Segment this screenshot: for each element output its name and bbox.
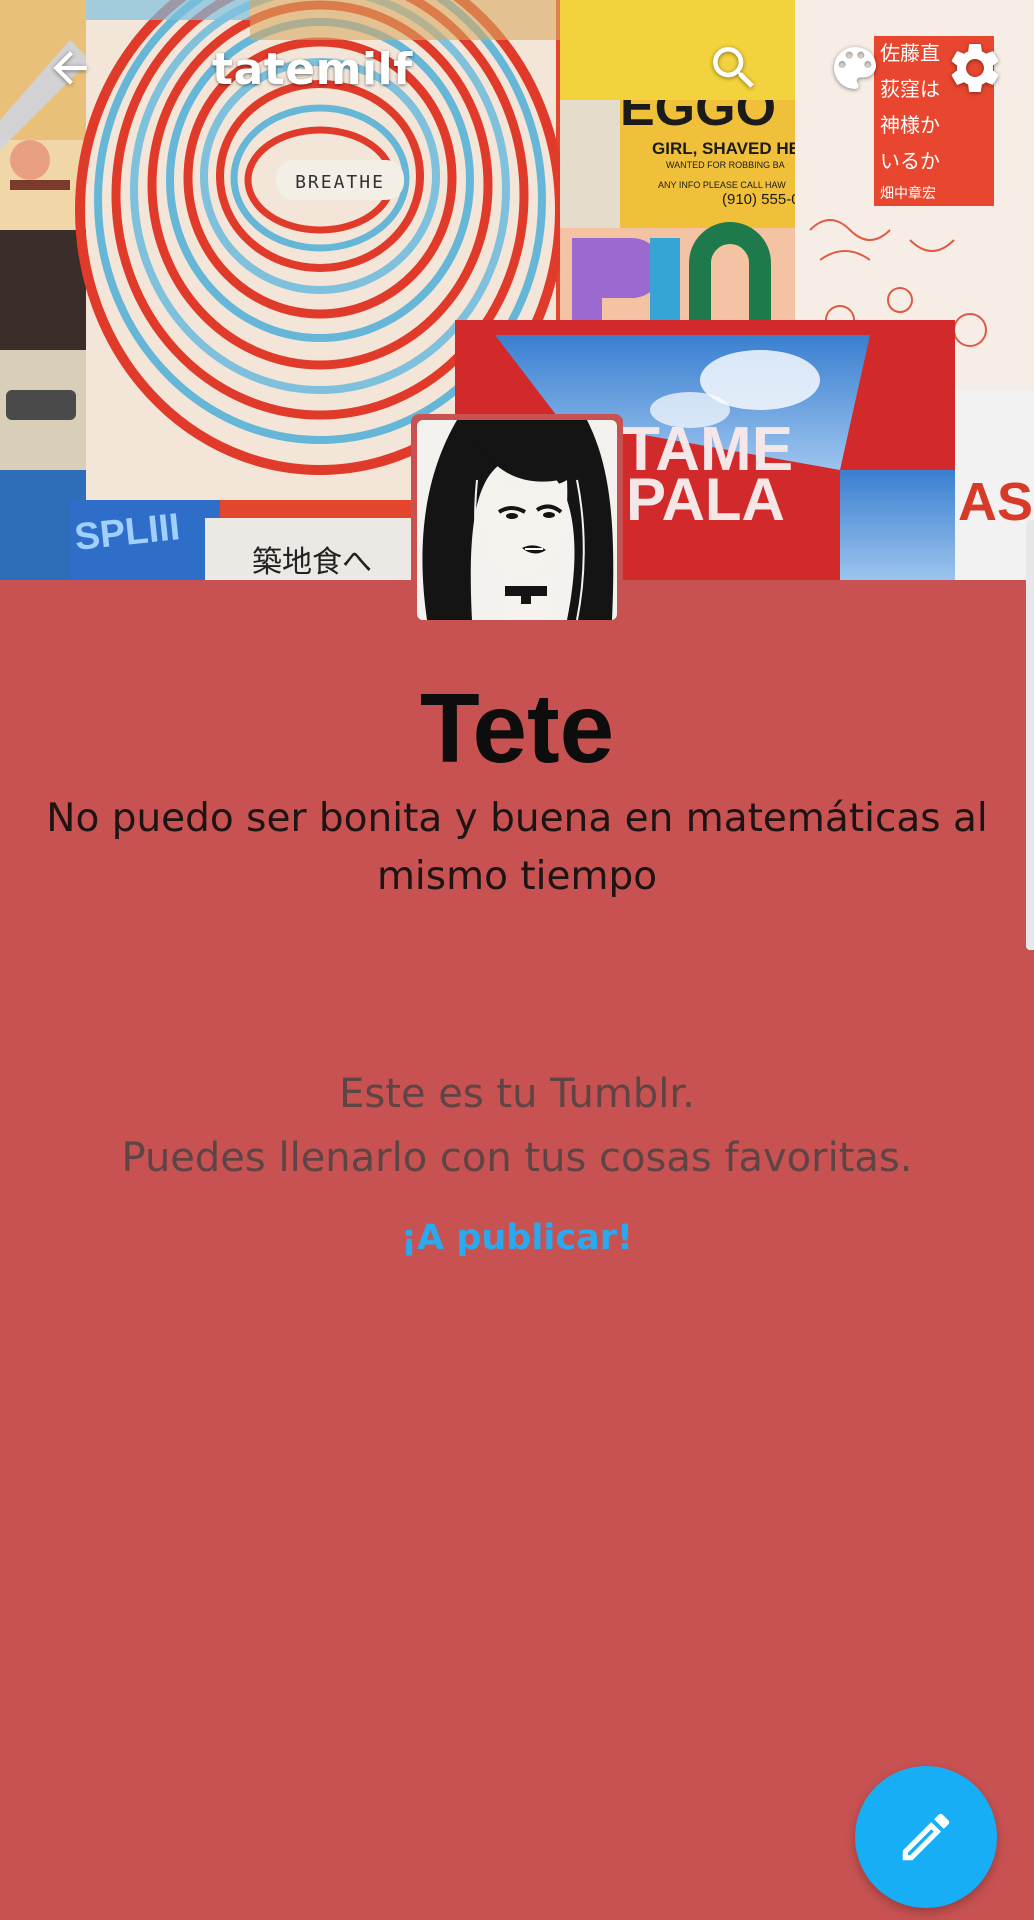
gear-icon	[951, 43, 999, 92]
back-button[interactable]	[30, 28, 110, 108]
blog-name[interactable]: tatemilf	[212, 40, 413, 100]
scrollbar[interactable]	[1026, 520, 1034, 950]
breathe-text: BREATHE	[295, 172, 385, 193]
blog-description: No puedo ser bonita y buena en matemátic…	[46, 796, 988, 899]
pencil-icon	[902, 1813, 950, 1861]
top-bar: tatemilf	[0, 0, 1034, 140]
palette-button[interactable]	[815, 28, 895, 108]
search-icon	[713, 47, 754, 88]
wanted-sub-text: WANTED FOR ROBBING BA	[666, 160, 785, 170]
settings-button[interactable]	[935, 28, 1015, 108]
avatar-image	[417, 420, 617, 620]
jp-col-4: いるか	[880, 149, 940, 173]
palette-icon	[834, 47, 876, 89]
wanted-title-text: GIRL, SHAVED HEA	[652, 139, 812, 158]
avatar[interactable]	[411, 414, 623, 626]
publish-link[interactable]: ¡A publicar!	[0, 1210, 1034, 1266]
as-text: AS	[958, 472, 1033, 532]
empty-state-line-1: Este es tu Tumblr.	[339, 1071, 695, 1117]
search-button[interactable]	[694, 28, 774, 108]
sign-jp-text: 築地食へ	[252, 545, 372, 580]
wanted-info-text: ANY INFO PLEASE CALL HAW	[658, 180, 786, 190]
compose-button[interactable]	[855, 1766, 997, 1908]
blog-screen: BREATHE EGGO GIRL, SHAVED HEA WANTED FOR…	[0, 0, 1034, 1920]
empty-state-line-2: Puedes llenarlo con tus cosas favoritas.	[121, 1135, 913, 1181]
impala-text: PALA	[626, 466, 785, 533]
jp-col-5: 畑中章宏	[880, 185, 936, 202]
arrow-left-icon	[53, 51, 87, 85]
wanted-phone-text: (910) 555-0	[722, 191, 800, 208]
blog-title: Tete	[419, 673, 615, 783]
